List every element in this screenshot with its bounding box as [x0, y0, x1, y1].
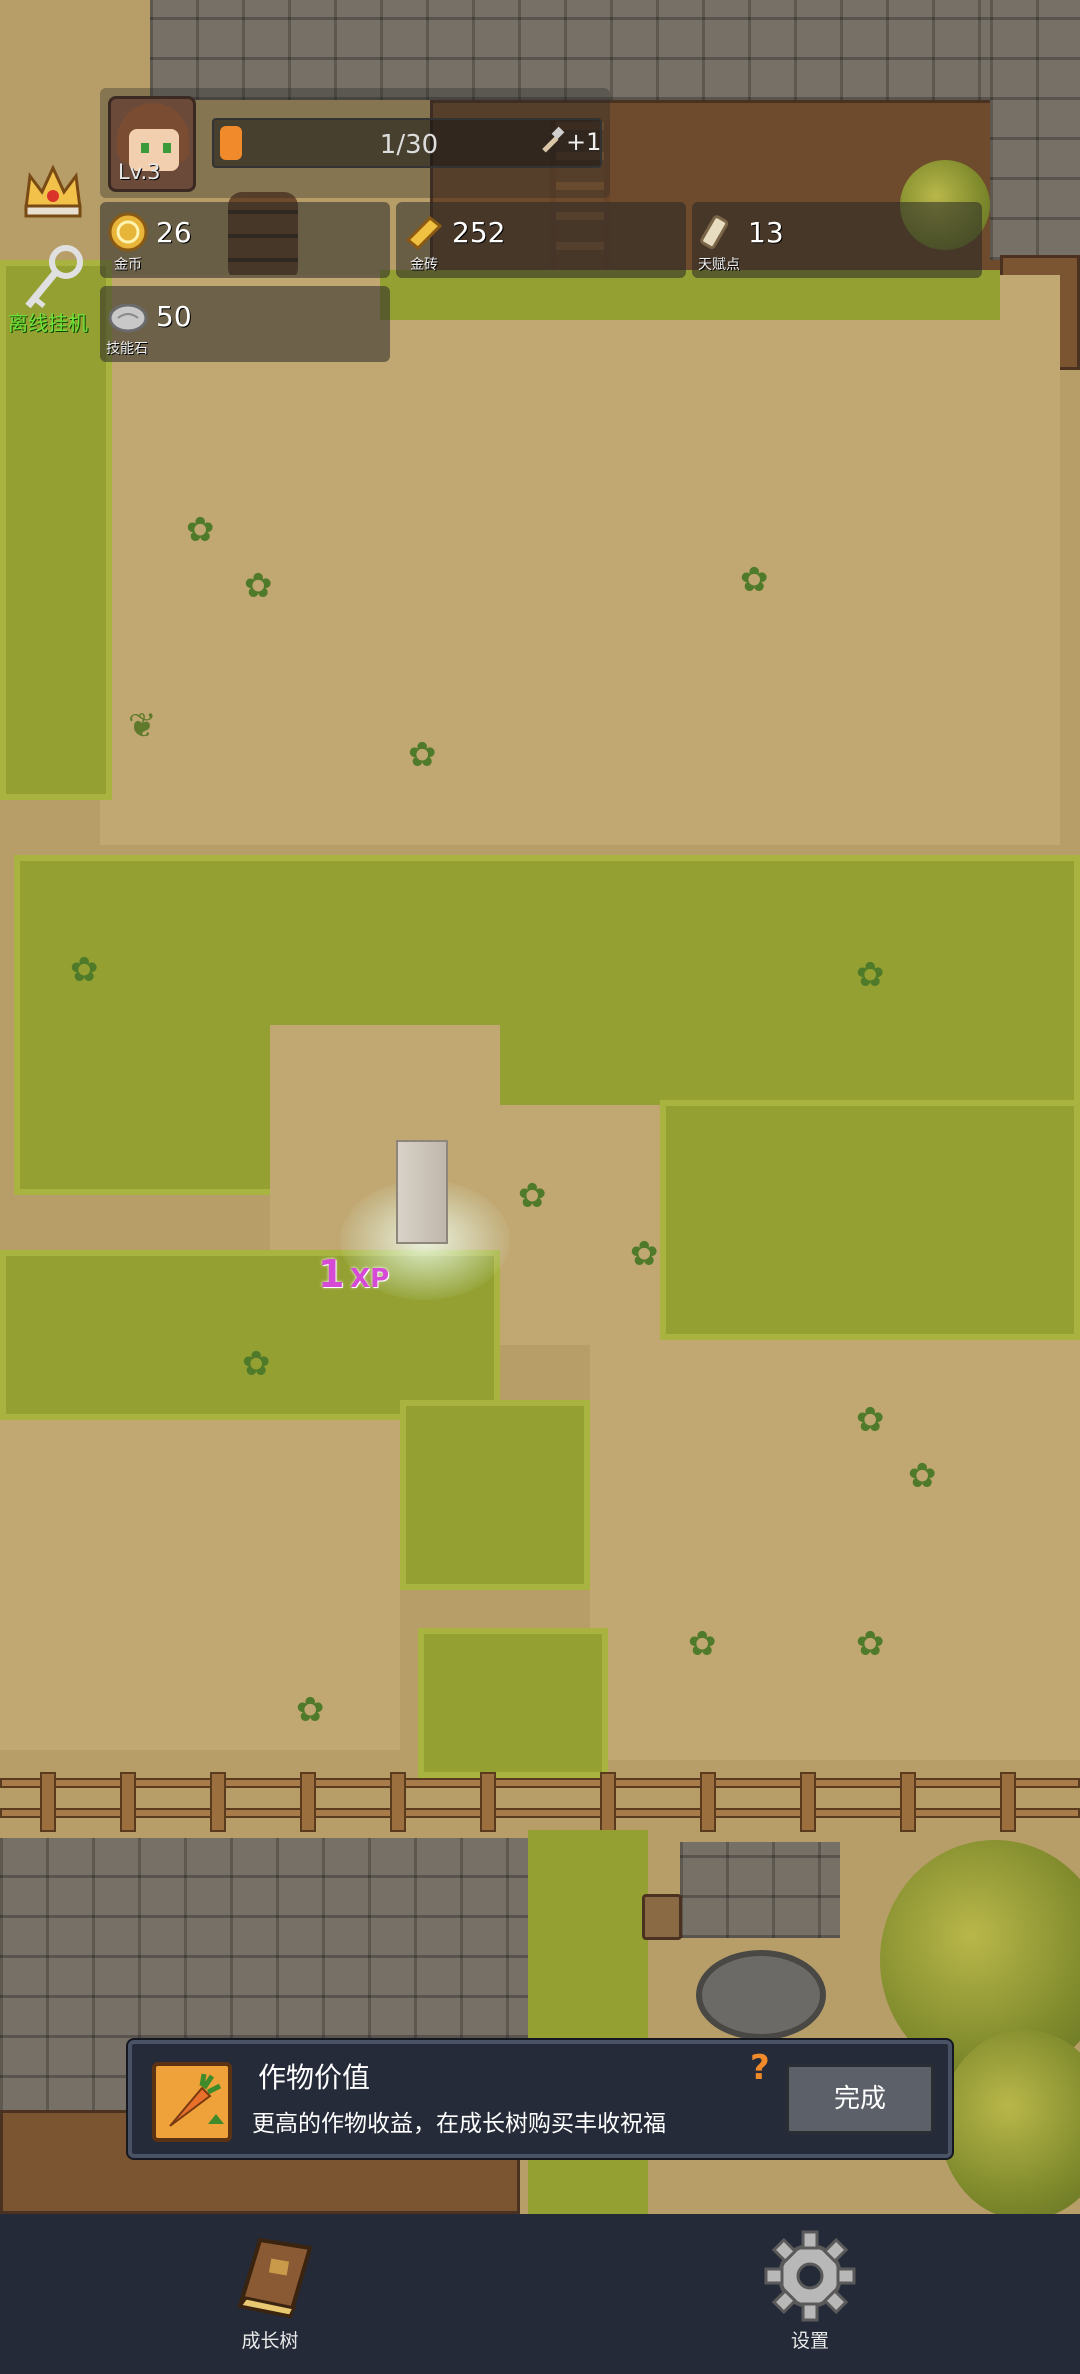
book-icon [237, 2237, 313, 2319]
fence-post [210, 1772, 226, 1832]
grass-left-upper [0, 260, 112, 800]
crop-sprout[interactable]: ✿ [688, 1624, 717, 1664]
crop-sprout[interactable]: ✿ [408, 735, 437, 775]
crop-sprout[interactable]: ✿ [186, 510, 215, 550]
gold-brick-value: 252 [452, 216, 506, 249]
task-description: 更高的作物收益，在成长树购买丰收祝福 [252, 2111, 666, 2137]
fence-post [1000, 1772, 1016, 1832]
hammer-icon [542, 126, 565, 153]
fence-rail-top [0, 1778, 1080, 1788]
tool-bonus: +1 [566, 128, 602, 156]
player-level: Lv.3 [118, 160, 161, 184]
fence-post [700, 1772, 716, 1832]
dirt-field-lower-right [590, 1340, 1080, 1760]
skill-stone-icon [108, 303, 148, 333]
crop-sprout[interactable]: ✿ [296, 1690, 325, 1730]
fence-post [900, 1772, 916, 1832]
fence-post [600, 1772, 616, 1832]
fence-post [390, 1772, 406, 1832]
well[interactable] [696, 1950, 826, 2040]
water-bucket [642, 1894, 682, 1940]
crop-sprout[interactable]: ✿ [70, 950, 99, 990]
gold-coin-caption: 金币 [114, 257, 142, 273]
offline-idle-label[interactable]: 离线挂机 [8, 307, 88, 336]
crop-sprout[interactable]: ✿ [244, 566, 273, 606]
grass-right-mid [660, 1100, 1080, 1340]
talent-point-caption: 天赋点 [698, 257, 740, 273]
fence-post [40, 1772, 56, 1832]
talent-point-counter[interactable]: 13 天赋点 [692, 202, 982, 278]
task-help-icon[interactable]: ? [750, 2048, 770, 2088]
xp-gain-amount: 1 [318, 1252, 345, 1296]
skill-stone-value: 50 [156, 300, 192, 333]
grass-bottom-block [418, 1628, 608, 1778]
gold-coin-value: 26 [156, 216, 192, 249]
crop-carrot[interactable]: ❦ [128, 706, 157, 746]
well-roof [680, 1842, 840, 1938]
fence-post [480, 1772, 496, 1832]
task-banner: 作物价值 更高的作物收益，在成长树购买丰收祝福 ? 完成 [128, 2040, 952, 2158]
xp-gain-popup: 1 XP [318, 1252, 389, 1296]
dirt-field-lower [0, 1420, 400, 1750]
growth-tree-button[interactable]: 成长树 [200, 2230, 340, 2360]
crown-icon[interactable] [20, 160, 86, 222]
crop-sprout[interactable]: ✿ [908, 1456, 937, 1496]
talent-point-value: 13 [748, 216, 784, 249]
gold-coin-icon [108, 212, 148, 252]
task-title: 作物价值 [258, 2061, 371, 2094]
settings-label: 设置 [790, 2330, 829, 2352]
crop-sprout[interactable]: ✿ [856, 1624, 885, 1664]
skill-stone-caption: 技能石 [106, 341, 148, 357]
crop-sprout[interactable]: ✿ [242, 1344, 271, 1384]
grass-lower-block [400, 1400, 590, 1590]
scroll-icon [700, 215, 729, 249]
right-building-roof [990, 0, 1080, 260]
stone-marker[interactable] [396, 1140, 448, 1244]
complete-task-button[interactable]: 完成 [786, 2064, 934, 2134]
gear-icon [764, 2230, 856, 2322]
crop-sprout[interactable]: ✿ [856, 955, 885, 995]
crop-sprout[interactable]: ✿ [630, 1234, 659, 1274]
fence-post [800, 1772, 816, 1832]
fence-post [120, 1772, 136, 1832]
bottom-nav-bar: 成长树 设置 [0, 2214, 1080, 2374]
farmhouse-roof-top [150, 0, 1050, 100]
carrot-icon [152, 2062, 232, 2142]
gold-brick-caption: 金砖 [410, 257, 438, 273]
fence-rail-bottom [0, 1808, 1080, 1818]
gold-brick-counter[interactable]: 252 金砖 [396, 202, 686, 278]
gold-coin-counter[interactable]: 26 金币 [100, 202, 390, 278]
xp-gain-unit: XP [350, 1264, 390, 1294]
skill-stone-counter[interactable]: 50 技能石 [100, 286, 390, 362]
fence-post [300, 1772, 316, 1832]
growth-tree-label: 成长树 [241, 2330, 299, 2352]
crop-sprout[interactable]: ✿ [740, 560, 769, 600]
gold-brick-icon [405, 215, 443, 251]
crop-sprout[interactable]: ✿ [856, 1400, 885, 1440]
crop-sprout[interactable]: ✿ [518, 1176, 547, 1216]
settings-button[interactable]: 设置 [740, 2230, 880, 2360]
